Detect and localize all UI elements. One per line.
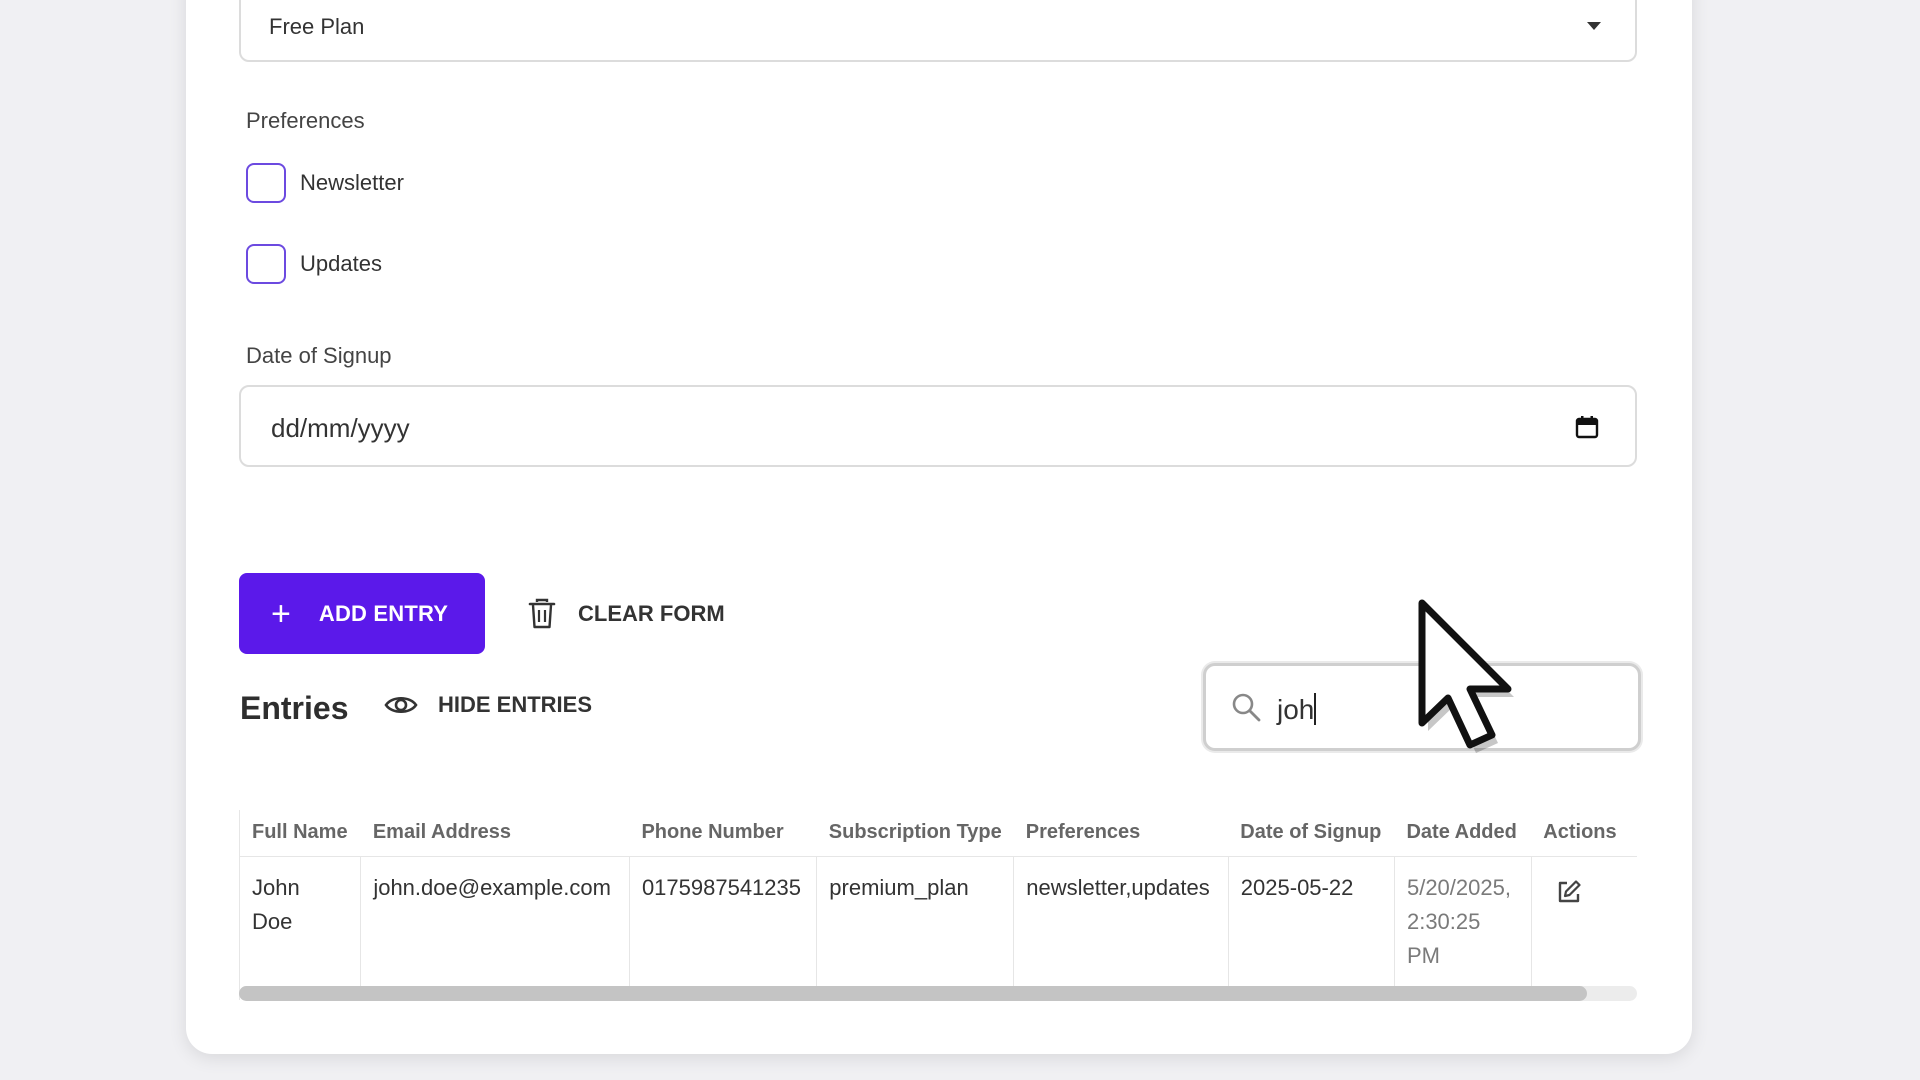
table-horizontal-scrollbar[interactable] bbox=[239, 986, 1637, 1001]
updates-checkbox[interactable] bbox=[246, 244, 286, 284]
date-of-signup-label: Date of Signup bbox=[246, 343, 392, 368]
entries-title: Entries bbox=[240, 690, 349, 726]
cell-preferences: newsletter,updates bbox=[1013, 856, 1229, 986]
cell-full-name: John Doe bbox=[240, 856, 362, 986]
column-header-date-added: Date Added bbox=[1394, 810, 1532, 857]
scrollbar-thumb[interactable] bbox=[239, 986, 1587, 1001]
caret-down-icon bbox=[1587, 22, 1601, 30]
column-header-full-name: Full Name bbox=[240, 810, 361, 857]
subscription-select[interactable]: Free Plan bbox=[239, 0, 1637, 62]
column-header-preferences: Preferences bbox=[1013, 810, 1229, 857]
calendar-icon[interactable] bbox=[1575, 415, 1599, 439]
newsletter-checkbox-label[interactable]: Newsletter bbox=[300, 170, 404, 196]
eye-icon bbox=[384, 696, 418, 714]
search-input-value[interactable]: joh bbox=[1277, 693, 1317, 726]
cell-phone: 0175987541235 bbox=[629, 856, 818, 986]
add-entry-label: ADD ENTRY bbox=[318, 600, 449, 626]
text-caret bbox=[1314, 693, 1317, 725]
table-header-row: Full Name Email Address Phone Number Sub… bbox=[240, 810, 1637, 857]
column-header-email: Email Address bbox=[360, 810, 630, 857]
search-icon bbox=[1232, 693, 1261, 722]
preferences-label: Preferences bbox=[246, 108, 365, 133]
cell-actions bbox=[1531, 856, 1637, 986]
subscription-select-value: Free Plan bbox=[269, 14, 365, 39]
plus-icon: + bbox=[271, 594, 291, 633]
date-placeholder: dd/mm/yyyy bbox=[271, 413, 410, 443]
column-header-subscription: Subscription Type bbox=[816, 810, 1014, 857]
updates-checkbox-label[interactable]: Updates bbox=[300, 251, 382, 277]
column-header-phone: Phone Number bbox=[629, 810, 817, 857]
cell-date-added: 5/20/2025, 2:30:25 PM bbox=[1394, 856, 1532, 986]
updates-checkbox-row[interactable]: Updates bbox=[246, 244, 382, 284]
date-of-signup-input[interactable]: dd/mm/yyyy bbox=[239, 385, 1637, 467]
table-row: John Doe john.doe@example.com 0175987541… bbox=[240, 856, 1637, 986]
mouse-cursor-icon bbox=[1418, 599, 1514, 753]
cell-email: john.doe@example.com bbox=[360, 856, 630, 986]
cell-date-of-signup: 2025-05-22 bbox=[1228, 856, 1395, 986]
hide-entries-button[interactable]: HIDE ENTRIES bbox=[384, 692, 592, 718]
clear-form-button[interactable]: CLEAR FORM bbox=[528, 590, 725, 638]
add-entry-button[interactable]: + ADD ENTRY bbox=[239, 573, 485, 654]
edit-icon[interactable] bbox=[1556, 879, 1582, 905]
clear-form-label: CLEAR FORM bbox=[578, 601, 725, 626]
trash-icon bbox=[528, 598, 556, 629]
column-header-date-of-signup: Date of Signup bbox=[1228, 810, 1395, 857]
cell-subscription: premium_plan bbox=[816, 856, 1015, 986]
entries-table[interactable]: Full Name Email Address Phone Number Sub… bbox=[239, 810, 1637, 1000]
column-header-actions: Actions bbox=[1531, 810, 1637, 857]
newsletter-checkbox[interactable] bbox=[246, 163, 286, 203]
hide-entries-label: HIDE ENTRIES bbox=[438, 692, 593, 717]
newsletter-checkbox-row[interactable]: Newsletter bbox=[246, 163, 404, 203]
